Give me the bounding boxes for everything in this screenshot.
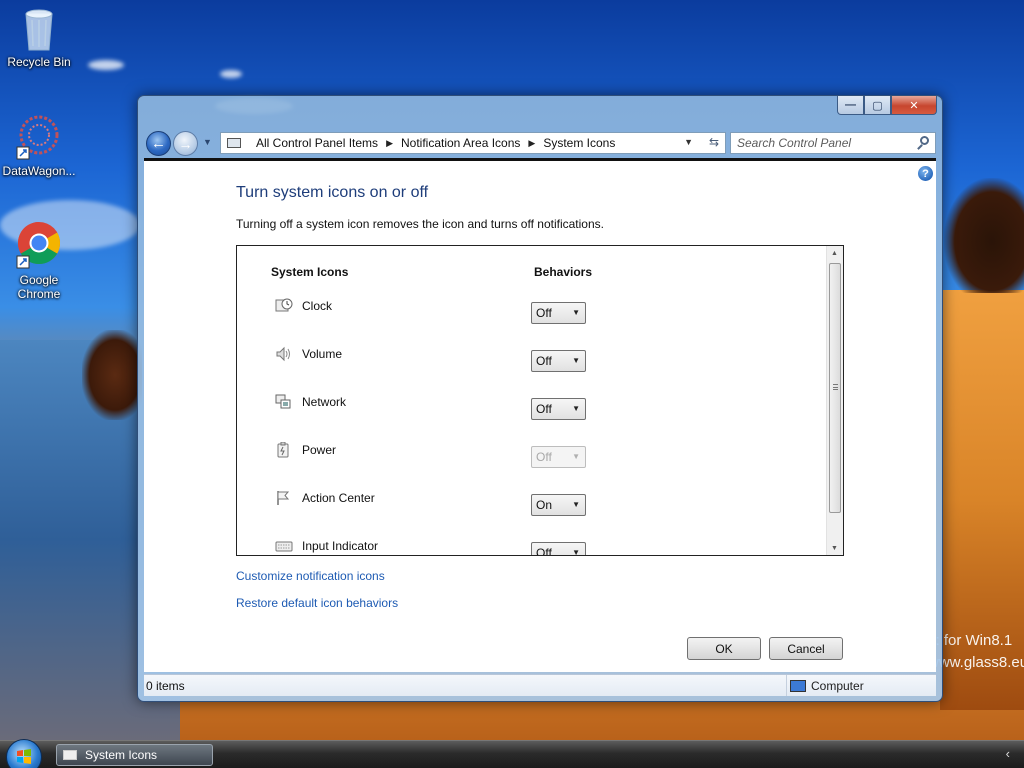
status-location-label: Computer (811, 678, 864, 693)
taskbar-item-system-icons[interactable]: System Icons (56, 744, 213, 766)
address-dropdown-icon[interactable]: ▼ (684, 137, 693, 147)
page-title: Turn system icons on or off (236, 184, 429, 201)
breadcrumb-system-icons[interactable]: System Icons (537, 136, 615, 150)
caption-buttons: — ▢ ✕ (837, 96, 937, 116)
row-label-input-indicator: Input Indicator (302, 539, 379, 553)
breadcrumb-separator-icon[interactable]: ▶ (378, 138, 395, 149)
flag-icon (277, 491, 290, 505)
windows-logo-icon (17, 749, 31, 764)
column-header-system-icons: System Icons (271, 265, 349, 279)
recycle-bin-icon (25, 9, 53, 51)
window-icon (63, 750, 77, 760)
desktop-icon-label: Recycle Bin (7, 55, 71, 69)
search-box[interactable] (730, 132, 936, 154)
row-label-clock: Clock (302, 299, 333, 313)
volume-behavior-select[interactable]: Off (531, 350, 586, 372)
volume-icon (276, 346, 290, 362)
row-label-network: Network (302, 395, 347, 409)
column-header-behaviors: Behaviors (534, 265, 593, 279)
recent-pages-dropdown[interactable]: ▼ (203, 137, 212, 147)
datawagon-icon (16, 115, 59, 160)
desktop-icon-label: Google Chrome (17, 273, 61, 301)
minimize-button[interactable]: — (837, 96, 864, 115)
taskbar-item-label: System Icons (85, 748, 158, 762)
desktop-rock (944, 178, 1024, 293)
chrome-icon (16, 222, 61, 269)
customize-notification-icons-link[interactable]: Customize notification icons (236, 569, 385, 583)
cancel-button[interactable]: Cancel (769, 637, 843, 660)
desktop-icon-recycle-bin[interactable]: Recycle Bin (0, 6, 78, 69)
page-description: Turning off a system icon removes the ic… (236, 217, 604, 231)
keyboard-icon (275, 541, 293, 552)
grip-icon (833, 384, 838, 390)
control-panel-window: — ▢ ✕ ← → ▼ All Control Panel Items ▶ No… (137, 95, 943, 702)
search-icon[interactable] (920, 136, 929, 145)
status-bar: 0 items Computer (144, 674, 936, 696)
row-label-action-center: Action Center (302, 491, 375, 505)
desktop-rock (82, 330, 142, 420)
start-button[interactable] (6, 739, 42, 768)
status-location: Computer (786, 675, 936, 696)
search-input[interactable] (731, 133, 907, 153)
breadcrumb-separator-icon[interactable]: ▶ (520, 138, 537, 149)
action-center-behavior-select[interactable]: On (531, 494, 586, 516)
taskbar: System Icons ‹ (0, 740, 1024, 768)
content-pane: ? Turn system icons on or off Turning of… (144, 158, 936, 672)
refresh-icon[interactable]: ⇆ (709, 135, 719, 149)
back-button[interactable]: ← (146, 131, 171, 156)
power-behavior-select: Off (531, 446, 586, 468)
clock-icon (275, 298, 293, 312)
network-behavior-select[interactable]: Off (531, 398, 586, 420)
desktop-cloud (220, 70, 242, 78)
maximize-button[interactable]: ▢ (864, 96, 891, 115)
row-label-volume: Volume (302, 347, 343, 361)
close-button[interactable]: ✕ (891, 96, 937, 115)
network-icon (275, 394, 291, 409)
desktop-icon-label: DataWagon... (2, 164, 76, 178)
computer-icon (790, 679, 806, 692)
forward-button[interactable]: → (173, 131, 198, 156)
address-bar[interactable]: All Control Panel Items ▶ Notification A… (220, 132, 726, 154)
breadcrumb-notification-area-icons[interactable]: Notification Area Icons (395, 136, 520, 150)
scrollbar-thumb[interactable] (829, 263, 841, 513)
ok-button[interactable]: OK (687, 637, 761, 660)
clock-behavior-select[interactable]: Off (531, 302, 586, 324)
row-label-power: Power (302, 443, 337, 457)
restore-default-behaviors-link[interactable]: Restore default icon behaviors (236, 596, 398, 610)
help-icon[interactable]: ? (918, 166, 933, 181)
desktop-icon-google-chrome[interactable]: Google Chrome (0, 220, 78, 301)
input-indicator-behavior-select[interactable]: Off (531, 542, 586, 555)
scroll-down-icon[interactable]: ▼ (831, 545, 838, 552)
scroll-up-icon[interactable]: ▲ (831, 250, 838, 257)
desktop-cloud (88, 60, 124, 70)
list-scrollbar[interactable]: ▲ ▼ (826, 246, 843, 555)
navigation-bar: ← → ▼ All Control Panel Items ▶ Notifica… (144, 129, 936, 156)
control-panel-icon (227, 138, 241, 148)
power-icon (277, 442, 289, 458)
desktop-icon-datawagon[interactable]: DataWagon... (0, 115, 78, 178)
breadcrumb-all-control-panel-items[interactable]: All Control Panel Items (250, 136, 378, 150)
show-hidden-icons-icon[interactable]: ‹ (1006, 746, 1010, 761)
system-icons-list: System Icons Behaviors Clock Off Volume … (236, 245, 844, 556)
status-item-count: 0 items (146, 679, 185, 693)
